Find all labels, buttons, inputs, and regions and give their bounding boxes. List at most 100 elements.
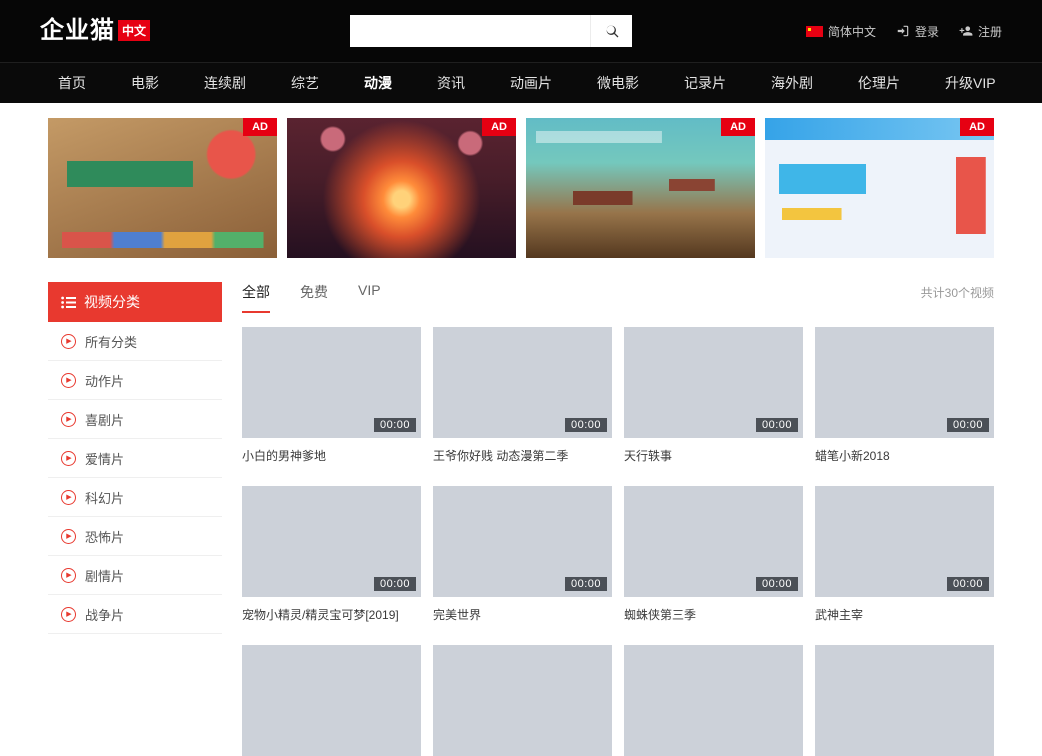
video-thumbnail: [242, 645, 421, 756]
nav-item-documentary[interactable]: 记录片: [684, 73, 726, 93]
sidebar-item-label: 所有分类: [85, 332, 137, 351]
main-nav: 首页 电影 连续剧 综艺 动漫 资讯 动画片 微电影 记录片 海外剧 伦理片 升…: [0, 62, 1042, 103]
sidebar-item-label: 动作片: [85, 371, 124, 390]
sidebar-item-drama[interactable]: ▶ 剧情片: [48, 556, 222, 595]
content-area: 视频分类 ▶ 所有分类 ▶ 动作片 ▶ 喜剧片 ▶ 爱情片 ▶ 科幻片 ▶ 恐怖…: [48, 282, 994, 756]
login-label: 登录: [915, 23, 939, 40]
ad-badge: AD: [721, 118, 755, 136]
nav-item-anime[interactable]: 动漫: [364, 73, 392, 93]
sidebar-item-horror[interactable]: ▶ 恐怖片: [48, 517, 222, 556]
register-link[interactable]: 注册: [959, 23, 1002, 40]
nav-item-cartoon[interactable]: 动画片: [510, 73, 552, 93]
nav-item-series[interactable]: 连续剧: [204, 73, 246, 93]
nav-item-vip-upgrade[interactable]: 升级VIP: [945, 73, 996, 93]
video-card[interactable]: 00:00 王爷你好贱 动态漫第二季: [433, 327, 612, 464]
video-title: 小白的男神爹地: [242, 447, 421, 464]
video-thumbnail: [624, 645, 803, 756]
sidebar-item-action[interactable]: ▶ 动作片: [48, 361, 222, 400]
play-icon: ▶: [61, 334, 76, 349]
video-card-placeholder[interactable]: [624, 645, 803, 756]
video-title: 宠物小精灵/精灵宝可梦[2019]: [242, 606, 421, 623]
sidebar-header: 视频分类: [48, 282, 222, 322]
play-icon: ▶: [61, 607, 76, 622]
ad-banner-2[interactable]: AD: [287, 118, 516, 258]
filter-tabs: 全部 免费 VIP 共计30个视频: [242, 282, 994, 313]
register-label: 注册: [978, 23, 1002, 40]
login-icon: [896, 24, 910, 38]
sidebar-item-scifi[interactable]: ▶ 科幻片: [48, 478, 222, 517]
video-title: 蜡笔小新2018: [815, 447, 994, 464]
ad-artwork: [287, 118, 516, 258]
search-button[interactable]: [590, 15, 632, 47]
sidebar-item-label: 战争片: [85, 605, 124, 624]
video-title: 完美世界: [433, 606, 612, 623]
tab-all[interactable]: 全部: [242, 282, 270, 313]
sidebar-item-all[interactable]: ▶ 所有分类: [48, 322, 222, 361]
language-label: 简体中文: [828, 23, 876, 40]
video-title: 武神主宰: [815, 606, 994, 623]
play-icon: ▶: [61, 490, 76, 505]
sidebar-item-war[interactable]: ▶ 战争片: [48, 595, 222, 634]
sidebar-item-label: 恐怖片: [85, 527, 124, 546]
video-thumbnail: 00:00: [433, 486, 612, 597]
language-link[interactable]: 简体中文: [806, 23, 876, 40]
ad-banner-3[interactable]: AD: [526, 118, 755, 258]
china-flag-icon: [806, 26, 823, 37]
category-sidebar: 视频分类 ▶ 所有分类 ▶ 动作片 ▶ 喜剧片 ▶ 爱情片 ▶ 科幻片 ▶ 恐怖…: [48, 282, 222, 634]
video-thumbnail: 00:00: [624, 327, 803, 438]
video-title: 天行轶事: [624, 447, 803, 464]
video-thumbnail: 00:00: [242, 327, 421, 438]
tab-vip[interactable]: VIP: [358, 282, 381, 307]
duration-badge: 00:00: [565, 418, 607, 432]
nav-item-overseas[interactable]: 海外剧: [771, 73, 813, 93]
nav-item-movies[interactable]: 电影: [131, 73, 159, 93]
video-list-panel: 全部 免费 VIP 共计30个视频 00:00 小白的男神爹地 00:00 王爷…: [242, 282, 994, 756]
nav-item-news[interactable]: 资讯: [437, 73, 465, 93]
sidebar-item-label: 科幻片: [85, 488, 124, 507]
video-thumbnail: 00:00: [815, 486, 994, 597]
nav-item-ethics[interactable]: 伦理片: [858, 73, 900, 93]
duration-badge: 00:00: [565, 577, 607, 591]
video-card[interactable]: 00:00 蜡笔小新2018: [815, 327, 994, 464]
play-icon: ▶: [61, 373, 76, 388]
tab-free[interactable]: 免费: [300, 282, 328, 311]
list-icon: [61, 296, 76, 309]
video-card[interactable]: 00:00 小白的男神爹地: [242, 327, 421, 464]
nav-item-microfilm[interactable]: 微电影: [597, 73, 639, 93]
ad-badge: AD: [243, 118, 277, 136]
sidebar-item-comedy[interactable]: ▶ 喜剧片: [48, 400, 222, 439]
user-links: 简体中文 登录 注册: [742, 23, 1002, 40]
site-logo[interactable]: 企业猫 中文: [40, 18, 240, 44]
ad-artwork: [765, 118, 994, 258]
video-card[interactable]: 00:00 天行轶事: [624, 327, 803, 464]
video-card[interactable]: 00:00 蜘蛛侠第三季: [624, 486, 803, 623]
sidebar-title: 视频分类: [84, 292, 140, 312]
video-thumbnail: 00:00: [433, 327, 612, 438]
duration-badge: 00:00: [756, 418, 798, 432]
play-icon: ▶: [61, 568, 76, 583]
sidebar-item-label: 喜剧片: [85, 410, 124, 429]
play-icon: ▶: [61, 529, 76, 544]
total-count-label: 共计30个视频: [921, 282, 994, 301]
nav-item-home[interactable]: 首页: [58, 73, 86, 93]
video-card-placeholder[interactable]: [433, 645, 612, 756]
search-icon: [604, 23, 620, 39]
video-title: 蜘蛛侠第三季: [624, 606, 803, 623]
video-card-placeholder[interactable]: [815, 645, 994, 756]
search-input[interactable]: [350, 15, 590, 47]
ad-artwork: [526, 118, 755, 258]
user-add-icon: [959, 24, 973, 38]
logo-text: 企业猫: [40, 18, 115, 44]
video-card[interactable]: 00:00 完美世界: [433, 486, 612, 623]
video-card[interactable]: 00:00 宠物小精灵/精灵宝可梦[2019]: [242, 486, 421, 623]
play-icon: ▶: [61, 451, 76, 466]
ad-artwork: [48, 118, 277, 258]
video-thumbnail: [433, 645, 612, 756]
nav-item-variety[interactable]: 综艺: [291, 73, 319, 93]
video-card[interactable]: 00:00 武神主宰: [815, 486, 994, 623]
sidebar-item-romance[interactable]: ▶ 爱情片: [48, 439, 222, 478]
ad-banner-1[interactable]: AD: [48, 118, 277, 258]
login-link[interactable]: 登录: [896, 23, 939, 40]
ad-banner-4[interactable]: AD: [765, 118, 994, 258]
video-card-placeholder[interactable]: [242, 645, 421, 756]
